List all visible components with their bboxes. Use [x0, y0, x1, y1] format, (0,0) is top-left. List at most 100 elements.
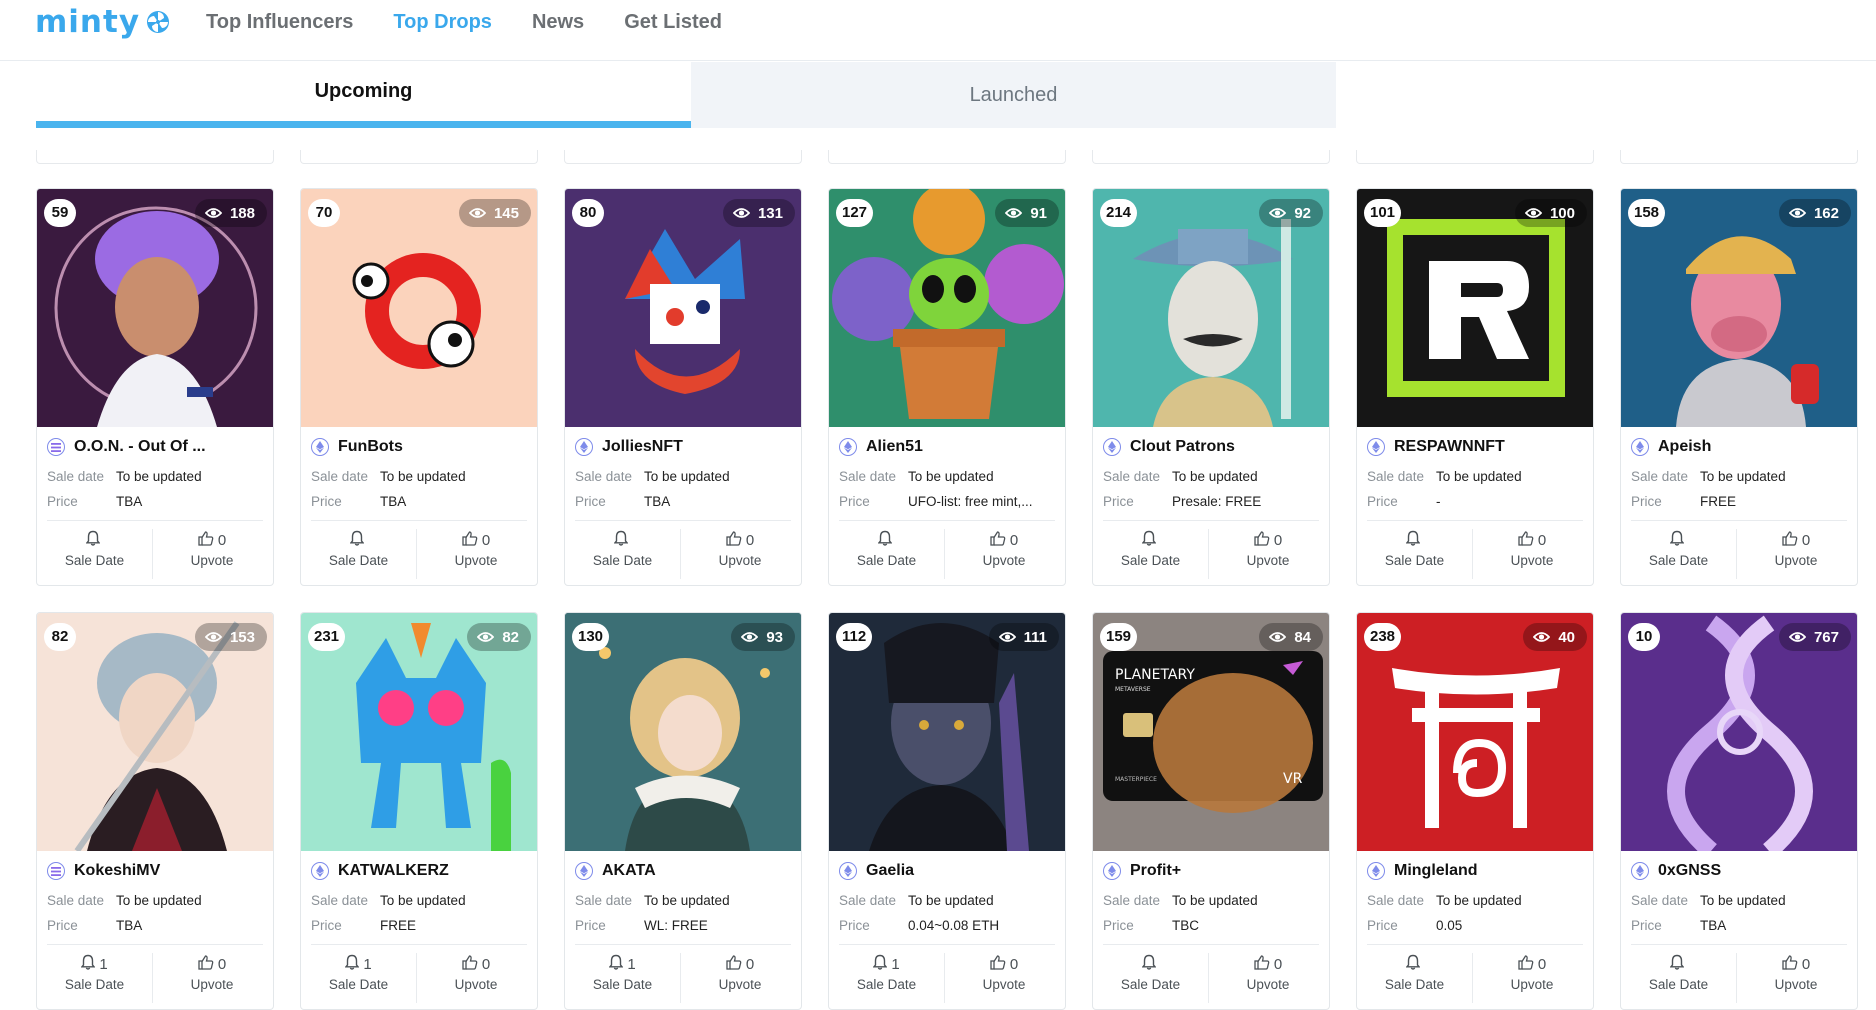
view-count-badge: 100 [1514, 199, 1587, 227]
drop-title[interactable]: KATWALKERZ [311, 862, 449, 880]
rank-badge: 80 [572, 199, 604, 227]
sale-date-value: To be updated [1172, 469, 1258, 484]
drop-image[interactable]: 130 93 [565, 613, 801, 851]
sale-date-reminder-button[interactable]: 1 Sale Date [37, 953, 153, 1003]
upvote-button[interactable]: 0 Upvote [1210, 953, 1326, 1003]
upvote-button[interactable]: 0 Upvote [418, 953, 534, 1003]
minty-logo[interactable]: minty [35, 2, 170, 42]
drop-image[interactable]: 112 111 [829, 613, 1065, 851]
upvote-button[interactable]: 0 Upvote [946, 529, 1062, 579]
sale-date-reminder-button[interactable]: 1 Sale Date [301, 953, 417, 1003]
drop-image[interactable]: 82 153 [37, 613, 273, 851]
view-count-badge: 111 [988, 623, 1059, 651]
drop-title[interactable]: AKATA [575, 862, 656, 880]
sale-date-reminder-button[interactable]: Sale Date [829, 529, 945, 579]
sale-date-reminder-button[interactable]: Sale Date [1621, 529, 1737, 579]
view-count-badge: 84 [1259, 623, 1323, 651]
sale-date-label: Sale date [1367, 469, 1425, 484]
upvote-button[interactable]: 0 Upvote [682, 529, 798, 579]
price-value: FREE [380, 918, 417, 933]
upvote-button[interactable]: 0 Upvote [154, 529, 270, 579]
sale-date-reminder-button[interactable]: Sale Date [1093, 953, 1209, 1003]
drop-title[interactable]: Profit+ [1103, 862, 1181, 880]
drop-title[interactable]: KokeshiMV [47, 862, 160, 880]
upvote-button[interactable]: 0 Upvote [1474, 529, 1590, 579]
bell-icon [613, 530, 628, 550]
thumbs-up-icon [1254, 530, 1270, 550]
svg-text:PLANETARY: PLANETARY [1115, 667, 1195, 683]
drop-title[interactable]: O.O.N. - Out Of ... [47, 438, 206, 456]
sale-date-value: To be updated [1436, 893, 1522, 908]
drop-title[interactable]: Gaelia [839, 862, 914, 880]
reminder-count: 1 [627, 955, 636, 973]
sale-date-row: Sale date To be updated [1367, 469, 1522, 484]
drop-title[interactable]: FunBots [311, 438, 403, 456]
drop-image[interactable]: 101 100 [1357, 189, 1593, 427]
upvote-button[interactable]: 0 Upvote [682, 953, 798, 1003]
card-divider [1367, 944, 1583, 945]
rank-badge: 70 [308, 199, 340, 227]
drop-image[interactable]: 59 188 [37, 189, 273, 427]
sale-date-reminder-button[interactable]: Sale Date [37, 529, 153, 579]
card-divider [1103, 520, 1319, 521]
upvote-button[interactable]: 0 Upvote [1738, 529, 1854, 579]
ethereum-icon [311, 862, 329, 880]
ethereum-icon [1103, 438, 1121, 456]
price-value: 0.05 [1436, 918, 1463, 933]
drop-title[interactable]: Alien51 [839, 438, 923, 456]
nav-top-influencers[interactable]: Top Influencers [206, 8, 353, 36]
upvote-button[interactable]: 0 Upvote [1738, 953, 1854, 1003]
nav-top-drops[interactable]: Top Drops [393, 8, 492, 36]
ethereum-icon [839, 862, 857, 880]
view-count-badge: 131 [722, 199, 795, 227]
sale-date-row: Sale date To be updated [47, 469, 202, 484]
upvote-button[interactable]: 0 Upvote [1474, 953, 1590, 1003]
drop-image[interactable]: 70 145 [301, 189, 537, 427]
drop-image[interactable]: 214 92 [1093, 189, 1329, 427]
drop-title[interactable]: Clout Patrons [1103, 438, 1235, 456]
drop-image[interactable]: 158 162 [1621, 189, 1857, 427]
sale-date-label: Sale date [311, 893, 369, 908]
reminder-count: 1 [363, 955, 372, 973]
tab-launched[interactable]: Launched [691, 62, 1336, 128]
nav-get-listed[interactable]: Get Listed [624, 8, 722, 36]
upvote-button[interactable]: 0 Upvote [418, 529, 534, 579]
tab-upcoming[interactable]: Upcoming [36, 62, 691, 128]
drop-title[interactable]: Mingleland [1367, 862, 1478, 880]
sale-date-reminder-button[interactable]: 1 Sale Date [565, 953, 681, 1003]
drop-image[interactable]: 80 131 [565, 189, 801, 427]
bell-icon [1405, 530, 1420, 550]
sale-date-reminder-button[interactable]: 1 Sale Date [829, 953, 945, 1003]
nav-news[interactable]: News [532, 8, 584, 36]
upvote-button[interactable]: 0 Upvote [946, 953, 1062, 1003]
sale-date-value: To be updated [644, 469, 730, 484]
upvote-button[interactable]: 0 Upvote [154, 953, 270, 1003]
sale-date-reminder-button[interactable]: Sale Date [1357, 529, 1473, 579]
card-divider [575, 944, 791, 945]
drop-image[interactable]: PLANETARY METAVERSE MASTERPIECE VR 159 84 [1093, 613, 1329, 851]
view-count-badge: 91 [995, 199, 1059, 227]
drop-image[interactable]: 127 91 [829, 189, 1065, 427]
sale-date-reminder-button[interactable]: Sale Date [1357, 953, 1473, 1003]
drop-title[interactable]: Apeish [1631, 438, 1711, 456]
drop-title[interactable]: 0xGNSS [1631, 862, 1721, 880]
drop-image[interactable]: 231 82 [301, 613, 537, 851]
sale-date-reminder-button[interactable]: Sale Date [565, 529, 681, 579]
sale-date-reminder-button[interactable]: Sale Date [301, 529, 417, 579]
card-divider [311, 944, 527, 945]
drop-title[interactable]: RESPAWNNFT [1367, 438, 1505, 456]
drop-title[interactable]: JolliesNFT [575, 438, 683, 456]
upvote-line: 0 [154, 953, 270, 975]
drop-card: 158 162 Apeish Sale date To be updated Price F… [1620, 188, 1858, 586]
bell-icon [344, 954, 360, 974]
sale-date-row: Sale date To be updated [1103, 893, 1258, 908]
drop-image[interactable]: 10 767 [1621, 613, 1857, 851]
price-row: Price TBA [1631, 918, 1726, 933]
sale-date-reminder-button[interactable]: Sale Date [1093, 529, 1209, 579]
upvote-button[interactable]: 0 Upvote [1210, 529, 1326, 579]
price-label: Price [311, 918, 342, 933]
drop-image[interactable]: 238 40 [1357, 613, 1593, 851]
upvote-count: 0 [1273, 531, 1283, 549]
sale-date-reminder-button[interactable]: Sale Date [1621, 953, 1737, 1003]
upvote-button-label: Upvote [1774, 977, 1818, 992]
